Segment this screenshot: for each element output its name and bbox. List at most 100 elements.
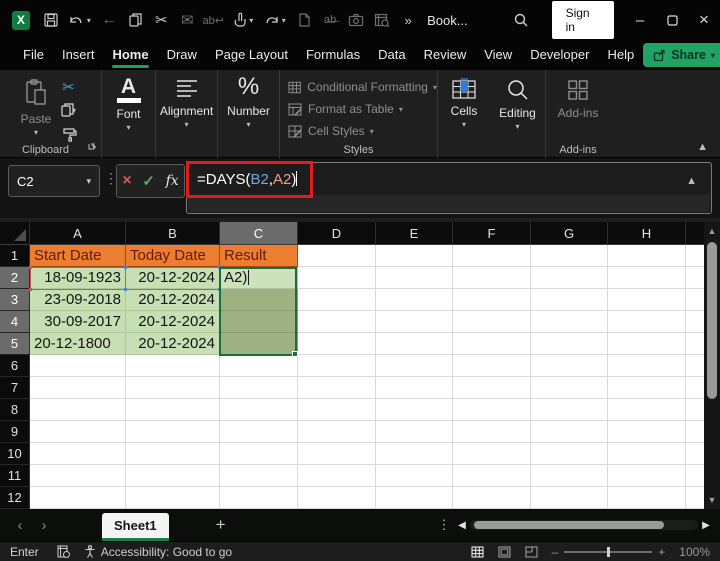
cell-H4[interactable] bbox=[608, 311, 686, 333]
cell-D4[interactable] bbox=[298, 311, 376, 333]
cell-F9[interactable] bbox=[453, 421, 531, 443]
search-icon[interactable] bbox=[508, 9, 534, 31]
zoom-slider-thumb[interactable] bbox=[607, 546, 611, 557]
touch-mode-dropdown-icon[interactable]: ▾ bbox=[249, 16, 258, 25]
cell-E3[interactable] bbox=[376, 289, 453, 311]
cell-C6[interactable] bbox=[220, 355, 298, 377]
cell-D12[interactable] bbox=[298, 487, 376, 509]
column-header-g[interactable]: G bbox=[531, 222, 608, 245]
cell-C10[interactable] bbox=[220, 443, 298, 465]
row-header-12[interactable]: 12 bbox=[0, 487, 30, 509]
cell-G5[interactable] bbox=[531, 333, 608, 355]
editing-button[interactable]: Editing ▾ bbox=[490, 70, 545, 131]
row-header-10[interactable]: 10 bbox=[0, 443, 30, 465]
format-as-table-button[interactable]: Format as Table ▾ bbox=[280, 98, 437, 120]
cell-F1[interactable] bbox=[453, 245, 531, 267]
cell-C1[interactable]: Result bbox=[220, 245, 298, 267]
cell-F11[interactable] bbox=[453, 465, 531, 487]
cell-B7[interactable] bbox=[126, 377, 220, 399]
normal-view-icon[interactable] bbox=[471, 545, 484, 558]
cell-E12[interactable] bbox=[376, 487, 453, 509]
cell-C7[interactable] bbox=[220, 377, 298, 399]
cell-G6[interactable] bbox=[531, 355, 608, 377]
enter-icon[interactable]: ✓ bbox=[142, 172, 155, 190]
cell-F6[interactable] bbox=[453, 355, 531, 377]
cell-G3[interactable] bbox=[531, 289, 608, 311]
column-header-f[interactable]: F bbox=[453, 222, 531, 245]
cell-G7[interactable] bbox=[531, 377, 608, 399]
row-header-7[interactable]: 7 bbox=[0, 377, 30, 399]
row-header-3[interactable]: 3 bbox=[0, 289, 30, 311]
cell-D1[interactable] bbox=[298, 245, 376, 267]
cell-E9[interactable] bbox=[376, 421, 453, 443]
cell-B4[interactable]: 20-12-2024 bbox=[126, 311, 220, 333]
add-sheet-button[interactable]: + bbox=[209, 515, 233, 535]
column-header-c[interactable]: C bbox=[220, 222, 298, 245]
vertical-scrollbar[interactable]: ▲ ▼ bbox=[704, 222, 720, 509]
cell-C4[interactable] bbox=[220, 311, 298, 333]
scroll-up-icon[interactable]: ▲ bbox=[708, 222, 717, 240]
tab-insert[interactable]: Insert bbox=[53, 41, 104, 70]
excel-logo-icon[interactable]: X bbox=[12, 10, 30, 30]
column-header-a[interactable]: A bbox=[30, 222, 126, 245]
column-header-e[interactable]: E bbox=[376, 222, 453, 245]
cell-E2[interactable] bbox=[376, 267, 453, 289]
tab-home[interactable]: Home bbox=[103, 41, 157, 70]
zoom-percentage[interactable]: 100% bbox=[679, 545, 710, 559]
row-header-5[interactable]: 5 bbox=[0, 333, 30, 355]
row-header-11[interactable]: 11 bbox=[0, 465, 30, 487]
tab-draw[interactable]: Draw bbox=[158, 41, 206, 70]
cell-A6[interactable] bbox=[30, 355, 126, 377]
cell-D8[interactable] bbox=[298, 399, 376, 421]
cell-B1[interactable]: Today Date bbox=[126, 245, 220, 267]
cell-B12[interactable] bbox=[126, 487, 220, 509]
cell-E8[interactable] bbox=[376, 399, 453, 421]
vertical-scroll-thumb[interactable] bbox=[707, 242, 717, 399]
cell-F10[interactable] bbox=[453, 443, 531, 465]
cell-H11[interactable] bbox=[608, 465, 686, 487]
accessibility-icon[interactable]: Accessibility: Good to go bbox=[84, 545, 232, 559]
copy-icon[interactable] bbox=[122, 9, 148, 31]
cell-G8[interactable] bbox=[531, 399, 608, 421]
cell-C12[interactable] bbox=[220, 487, 298, 509]
cell-G4[interactable] bbox=[531, 311, 608, 333]
more-commands-icon[interactable]: » bbox=[395, 9, 421, 31]
alignment-button[interactable]: Alignment ▾ bbox=[156, 70, 217, 129]
cell-G11[interactable] bbox=[531, 465, 608, 487]
minimize-button[interactable]: – bbox=[624, 0, 656, 40]
cell-C8[interactable] bbox=[220, 399, 298, 421]
cell-F4[interactable] bbox=[453, 311, 531, 333]
addins-button[interactable]: Add-ins bbox=[546, 70, 610, 120]
cell-F2[interactable] bbox=[453, 267, 531, 289]
cell-F7[interactable] bbox=[453, 377, 531, 399]
cell-F12[interactable] bbox=[453, 487, 531, 509]
cell-C11[interactable] bbox=[220, 465, 298, 487]
number-button[interactable]: % Number ▾ bbox=[218, 70, 279, 129]
row-header-6[interactable]: 6 bbox=[0, 355, 30, 377]
page-layout-view-icon[interactable] bbox=[498, 545, 511, 558]
cell-H1[interactable] bbox=[608, 245, 686, 267]
cell-D9[interactable] bbox=[298, 421, 376, 443]
zoom-out-icon[interactable]: – bbox=[552, 545, 559, 559]
cell-B2[interactable]: 20-12-2024 bbox=[126, 267, 220, 289]
next-sheet-icon[interactable]: › bbox=[32, 517, 56, 534]
cell-C5[interactable] bbox=[220, 333, 298, 355]
cells-button[interactable]: Cells ▾ bbox=[438, 70, 490, 129]
sheet-tab-sheet1[interactable]: Sheet1 bbox=[102, 513, 169, 541]
tab-formulas[interactable]: Formulas bbox=[297, 41, 369, 70]
cell-E7[interactable] bbox=[376, 377, 453, 399]
ribbon-collapse-icon[interactable]: ▲ bbox=[697, 141, 708, 153]
select-all-corner[interactable] bbox=[0, 222, 30, 245]
formula-bar-collapse-icon[interactable]: ▲ bbox=[686, 175, 697, 187]
tab-view[interactable]: View bbox=[475, 41, 521, 70]
cell-A3[interactable]: 23-09-2018 bbox=[30, 289, 126, 311]
cell-B11[interactable] bbox=[126, 465, 220, 487]
cell-E11[interactable] bbox=[376, 465, 453, 487]
cell-G12[interactable] bbox=[531, 487, 608, 509]
zoom-in-icon[interactable]: + bbox=[658, 545, 665, 559]
cell-G1[interactable] bbox=[531, 245, 608, 267]
row-header-1[interactable]: 1 bbox=[0, 245, 30, 267]
horizontal-scrollbar[interactable]: ◀ ▶ bbox=[454, 520, 714, 531]
cell-F5[interactable] bbox=[453, 333, 531, 355]
tab-file[interactable]: File bbox=[14, 41, 53, 70]
